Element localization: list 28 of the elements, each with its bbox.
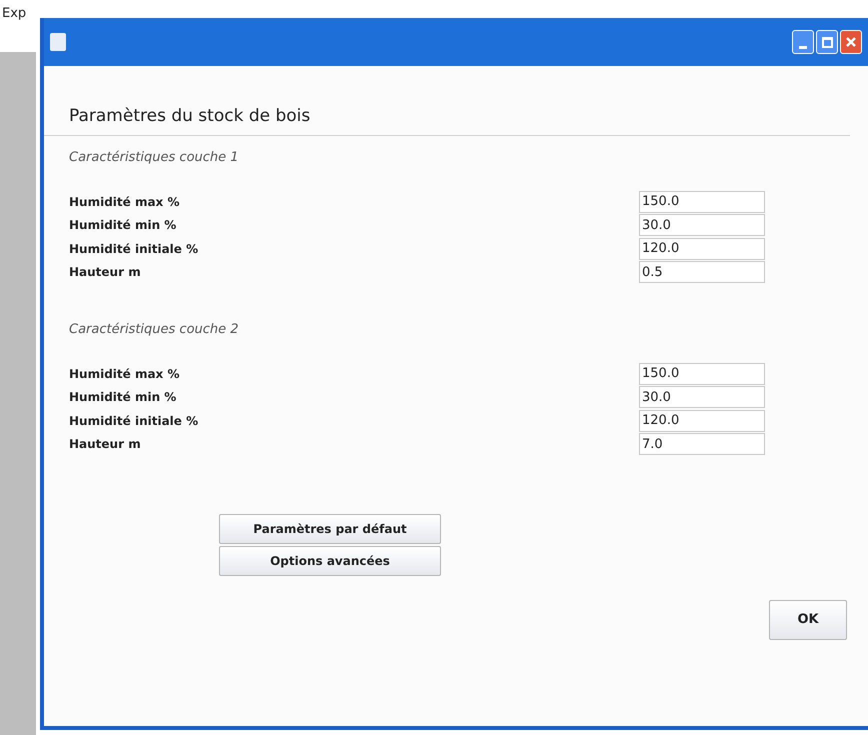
close-icon [845,36,857,48]
section-heading: Caractéristiques couche 2 [69,321,240,339]
field-label: Hauteur m [69,264,142,282]
maximize-button[interactable] [816,30,838,54]
input-field[interactable]: 150.0 [639,190,765,213]
input-field[interactable]: 120.0 [639,238,765,260]
input-field[interactable]: 30.0 [639,386,765,408]
field-label: Humidité min % [69,217,178,234]
action-button[interactable]: Paramètres par défaut [219,514,441,544]
field-label: Humidité initiale % [69,412,200,430]
field-label: Humidité min % [69,389,178,406]
input-field[interactable]: 30.0 [639,214,765,236]
field-label: Humidité max % [69,194,181,211]
ok-button[interactable]: OK [769,600,847,640]
app-icon [50,33,66,51]
section-heading: Caractéristiques couche 1 [69,149,240,167]
action-button[interactable]: Options avancées [219,546,441,576]
field-label: Humidité initiale % [69,240,200,258]
field-label: Humidité max % [69,366,181,383]
field-label: Hauteur m [69,436,142,454]
background-text: Exp [2,5,26,23]
dialog-title: Paramètres du stock de bois [69,105,312,128]
input-field[interactable]: 0.5 [639,261,765,284]
minimize-button[interactable] [792,30,814,54]
input-field[interactable]: 120.0 [639,410,765,432]
input-field[interactable]: 150.0 [639,362,765,385]
close-button[interactable] [840,30,862,54]
input-field[interactable]: 7.0 [639,433,765,456]
